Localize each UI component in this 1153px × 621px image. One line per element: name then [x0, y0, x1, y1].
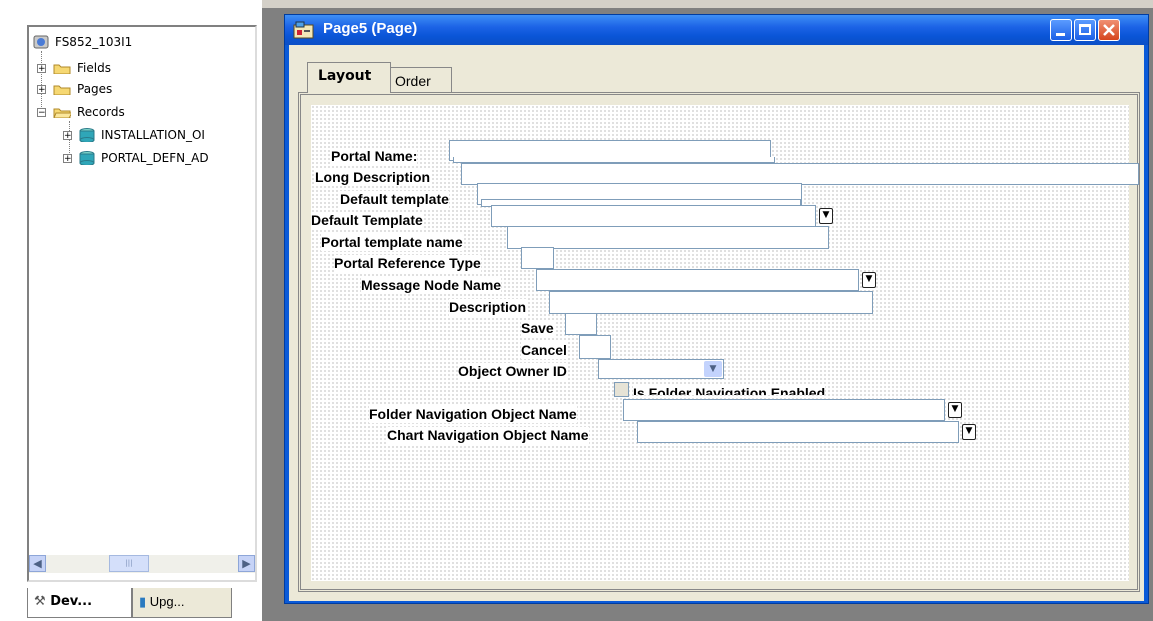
horizontal-scrollbar[interactable]: ◀ ||| ▶ [29, 555, 255, 573]
workspace-top-strip [262, 0, 1153, 8]
close-icon[interactable] [1098, 19, 1120, 41]
cancel-label[interactable]: Cancel [521, 342, 567, 359]
upgrade-icon: ▮ [139, 594, 147, 609]
open-folder-icon [53, 108, 71, 118]
folder-icon [53, 85, 71, 95]
collapse-icon[interactable]: − [37, 108, 46, 118]
long-description-field[interactable] [461, 163, 1139, 185]
tab-label: Upg... [149, 594, 185, 609]
object-owner-id-combo[interactable]: ▼ [598, 359, 724, 379]
save-label[interactable]: Save [521, 320, 554, 337]
tree-item-portal-defn[interactable]: + PORTAL_DEFN_AD [63, 149, 258, 167]
folder-navigation-checkbox[interactable] [614, 382, 629, 397]
description-field[interactable] [549, 291, 873, 314]
folder-navigation-enabled-label[interactable]: Is Folder Navigation Enabled [633, 385, 826, 395]
cancel-field[interactable] [579, 335, 611, 359]
expand-icon[interactable]: + [63, 154, 72, 164]
expand-icon[interactable]: + [63, 131, 72, 141]
window-client: Layout Order Portal Name: Long Descripti… [289, 45, 1144, 601]
tree-item-label: Pages [77, 82, 113, 96]
folder-navigation-object-name-field[interactable] [623, 399, 945, 421]
record-label: INSTALLATION_OI [101, 128, 205, 142]
tab-label: Dev... [50, 594, 93, 609]
dropdown-arrow-icon[interactable]: ▼ [819, 208, 833, 224]
chart-navigation-object-name-field[interactable] [637, 421, 959, 443]
maximize-icon[interactable] [1074, 19, 1096, 41]
portal-reference-type-field[interactable] [521, 247, 554, 269]
portal-template-name-field[interactable] [507, 226, 829, 249]
dropdown-arrow-icon[interactable]: ▼ [862, 272, 876, 288]
tree-item-pages[interactable]: + Pages [37, 80, 237, 98]
portal-reference-type-label[interactable]: Portal Reference Type [334, 255, 481, 272]
dropdown-arrow-icon[interactable]: ▼ [962, 424, 976, 440]
record-icon [79, 128, 95, 142]
portal-name-label[interactable]: Portal Name: [331, 148, 418, 165]
tab-development[interactable]: ⚒ Dev... [27, 588, 132, 618]
project-tree: FS852_103I1 + Fields + Pages − Records +… [27, 25, 257, 582]
tree-root-label: FS852_103I1 [55, 35, 133, 49]
message-node-name-label[interactable]: Message Node Name [361, 277, 502, 294]
folder-icon [53, 64, 71, 74]
tree-item-label: Records [77, 105, 125, 119]
folder-navigation-object-name-label[interactable]: Folder Navigation Object Name [369, 406, 577, 423]
chevron-down-icon[interactable]: ▼ [704, 361, 722, 377]
tab-upgrade[interactable]: ▮ Upg... [132, 588, 232, 618]
tree-item-installation[interactable]: + INSTALLATION_OI [63, 126, 258, 144]
chart-navigation-object-name-label[interactable]: Chart Navigation Object Name [387, 427, 589, 444]
tree-item-records[interactable]: − Records [37, 103, 237, 121]
page-layout-canvas[interactable]: Portal Name: Long Description Default te… [311, 105, 1139, 581]
default-template-label[interactable]: Default template [340, 191, 449, 208]
description-label[interactable]: Description [449, 299, 527, 316]
long-description-label[interactable]: Long Description [315, 169, 431, 186]
scroll-left-icon[interactable]: ◀ [29, 555, 46, 572]
dropdown-arrow-icon[interactable]: ▼ [948, 402, 962, 418]
tree-item-label: Fields [77, 61, 111, 75]
scroll-thumb[interactable]: ||| [109, 555, 149, 572]
portal-template-name-label[interactable]: Portal template name [321, 234, 463, 251]
tools-icon: ⚒ [34, 594, 46, 609]
bottom-tabs: ⚒ Dev... ▮ Upg... [27, 588, 257, 621]
default-template-dropdown[interactable] [491, 205, 816, 227]
window-titlebar[interactable]: Page5 (Page) [285, 15, 1148, 45]
save-field[interactable] [565, 313, 597, 335]
window-title: Page5 (Page) [323, 20, 418, 37]
record-label: PORTAL_DEFN_AD [101, 151, 209, 165]
layout-frame: Portal Name: Long Description Default te… [298, 92, 1140, 592]
database-project-icon [33, 35, 49, 49]
minimize-icon[interactable] [1050, 19, 1072, 41]
scroll-right-icon[interactable]: ▶ [238, 555, 255, 572]
tree-item-fields[interactable]: + Fields [37, 59, 237, 77]
tab-order[interactable]: Order [390, 67, 452, 95]
page-window: Page5 (Page) Layout Order Portal Name: L… [284, 14, 1149, 604]
project-pane: FS852_103I1 + Fields + Pages − Records +… [0, 0, 262, 621]
page-icon [293, 21, 314, 39]
message-node-name-field[interactable] [536, 269, 859, 291]
expand-icon[interactable]: + [37, 85, 46, 95]
default-template-dropdown-label[interactable]: Default Template [311, 212, 423, 229]
tab-layout[interactable]: Layout [307, 62, 391, 93]
object-owner-id-label[interactable]: Object Owner ID [458, 363, 567, 380]
expand-icon[interactable]: + [37, 64, 46, 74]
record-icon [79, 151, 95, 165]
